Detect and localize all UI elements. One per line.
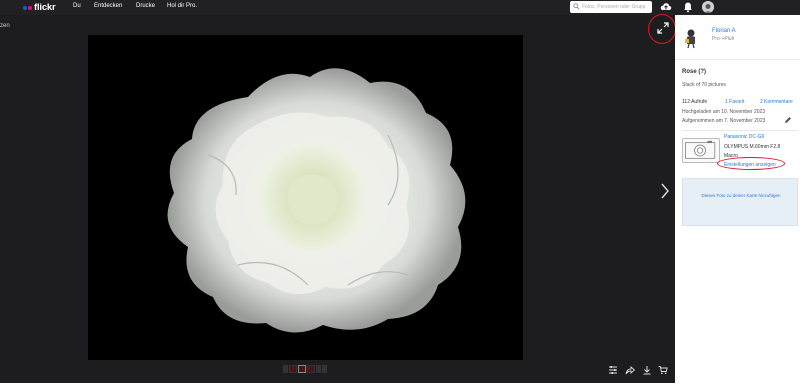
thumbnail[interactable] <box>289 365 297 373</box>
thumbnail[interactable] <box>322 365 327 373</box>
thumbnail[interactable] <box>283 365 288 373</box>
owner-avatar-icon[interactable] <box>681 27 703 49</box>
lens-name: OLYMPUS M.60mm F2.8 <box>724 144 781 150</box>
thumbnail-current[interactable] <box>298 365 306 373</box>
top-bar: flickr Du Entdecken Drucke Hol dir Pro. <box>0 0 800 15</box>
logo-blue-dot <box>23 5 27 10</box>
main-photo[interactable] <box>88 35 523 360</box>
views-count: 112 Aufrufe <box>682 99 708 105</box>
nav-item-du[interactable]: Du <box>73 3 81 9</box>
comments-link[interactable]: 2 Kommentare <box>760 99 793 105</box>
search-icon <box>573 3 580 10</box>
share-icon[interactable] <box>625 365 635 375</box>
flickr-logo[interactable]: flickr <box>23 2 56 13</box>
back-link[interactable]: zen <box>0 23 10 29</box>
logo-pink-dot <box>28 5 32 10</box>
bell-icon[interactable] <box>682 1 694 13</box>
camera-thumbnail <box>682 138 720 163</box>
uploaded-date: Hochgeladen am 10. November 2023 <box>682 109 766 115</box>
search-box[interactable] <box>570 1 652 13</box>
photo-description: Stack of 70 pictures <box>682 82 726 88</box>
thumbnail[interactable] <box>316 365 321 373</box>
divider <box>682 130 798 131</box>
nav-item-pro[interactable]: Hol dir Pro. <box>167 3 197 9</box>
download-icon[interactable] <box>642 365 652 375</box>
upload-cloud-icon[interactable] <box>660 1 672 13</box>
user-avatar[interactable] <box>702 1 714 13</box>
nav-item-entdecken[interactable]: Entdecken <box>94 3 122 9</box>
shopping-cart-icon[interactable] <box>658 365 668 375</box>
faves-link[interactable]: 1 Favorit <box>725 99 744 105</box>
owner-name-link[interactable]: Florian A <box>712 28 736 34</box>
add-to-map-link[interactable]: Dieses Foto zu deiner Karte hinzufügen <box>683 193 799 198</box>
rose-photo-image <box>88 35 523 360</box>
adjust-sliders-icon[interactable] <box>608 365 618 375</box>
thumbnail[interactable] <box>307 365 315 373</box>
photostream-thumbnails <box>283 365 327 374</box>
owner-status: Pro·+Pluh <box>712 36 735 42</box>
annotation-circle-settings <box>717 157 785 170</box>
map-placeholder[interactable]: Dieses Foto zu deiner Karte hinzufügen <box>682 178 798 226</box>
edit-pencil-icon[interactable] <box>784 116 792 124</box>
avatar-image-icon <box>702 2 714 13</box>
divider <box>675 59 800 60</box>
logo-text: flickr <box>34 2 56 13</box>
next-photo-arrow-icon[interactable] <box>660 183 670 199</box>
search-input[interactable] <box>582 2 650 12</box>
photo-title: Rose (?) <box>682 69 706 75</box>
annotation-circle-expand <box>648 14 676 44</box>
taken-date: Aufgenommen am 7. November 2023 <box>682 118 766 124</box>
camera-model-link[interactable]: Panasonic DC-G9 <box>724 134 764 140</box>
camera-icon <box>684 140 716 159</box>
nav-item-drucke[interactable]: Drucke <box>136 3 155 9</box>
